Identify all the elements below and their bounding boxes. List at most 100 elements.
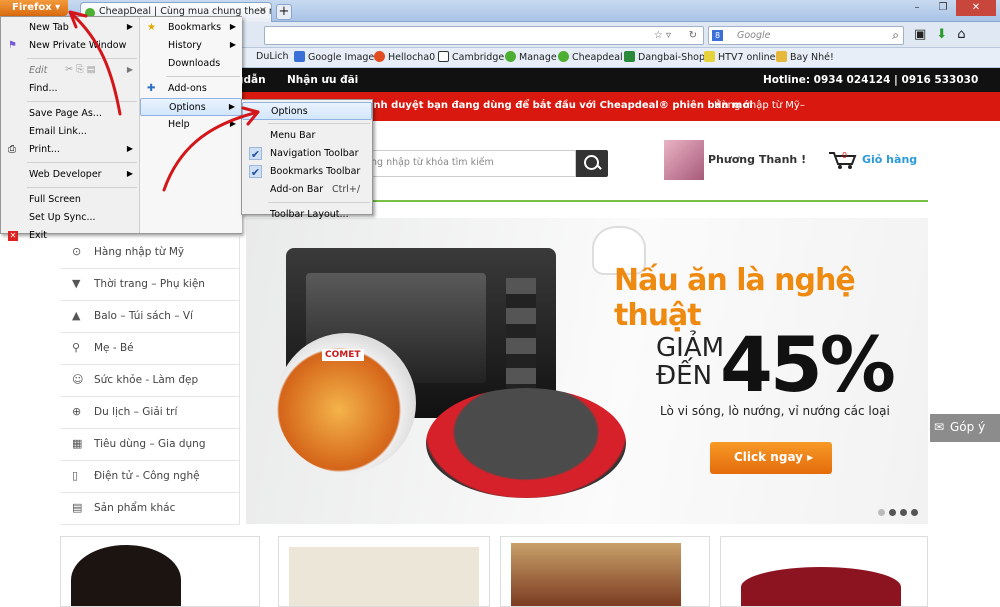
submenu-item-bookmarks-toolbar[interactable]: ✔ Bookmarks Toolbar [242, 163, 372, 181]
menu-item-find[interactable]: Find... [1, 80, 139, 98]
maximize-button[interactable]: ❐ [930, 0, 956, 16]
menu-item-edit[interactable]: Edit ✂ ⎘ ▤ ▶ [1, 62, 139, 80]
carousel-dot[interactable] [911, 509, 918, 516]
wheel-icon: ⊕ [72, 405, 82, 418]
carousel-dot[interactable] [900, 509, 907, 516]
download-icon[interactable]: ⬇ [936, 27, 947, 42]
reload-icon[interactable]: ↻ [689, 30, 697, 41]
search-icon[interactable]: ⌕ [892, 28, 899, 43]
google-icon[interactable]: 8 [712, 30, 723, 41]
carousel-dot[interactable] [878, 509, 885, 516]
bookmark-item[interactable]: Dangbai-Shop [624, 51, 705, 63]
browser-window: Firefox ▾ CheapDeal | Cùng mua chung the… [0, 0, 1000, 607]
minimize-button[interactable]: – [904, 0, 930, 16]
submenu-item-options[interactable]: Options [242, 102, 372, 120]
cart-icon[interactable]: 0 [828, 150, 858, 170]
bookmark-item[interactable]: Cheapdeal [558, 51, 623, 63]
menu-item-downloads[interactable]: Downloads [140, 55, 242, 73]
menu-item-history[interactable]: History ▶ [140, 37, 242, 55]
menu-item-options[interactable]: Options ▶ [140, 98, 242, 116]
feedback-button[interactable]: Góp ý [930, 414, 1000, 442]
exit-icon: ✕ [8, 231, 18, 241]
window-icon[interactable]: ▣ [914, 27, 926, 42]
product-image [289, 547, 479, 606]
shirt-icon: ▼ [72, 277, 81, 290]
menu-separator [268, 202, 370, 203]
menu-item-save-page[interactable]: Save Page As... [1, 105, 139, 123]
menu-item-add-ons[interactable]: ✚ Add-ons [140, 80, 242, 98]
puzzle-icon: ✚ [147, 83, 156, 94]
options-submenu: Options Menu Bar ✔ Navigation Toolbar ✔ Bo… [241, 99, 373, 220]
menu-item-full-screen[interactable]: Full Screen [1, 191, 139, 209]
promo-banner[interactable]: COMET Nấu ăn là nghệ thuật GIẢM ĐẾN 45% L… [246, 218, 928, 524]
category-item[interactable]: ▲ Balo – Túi sách – Ví [60, 301, 239, 333]
product-card[interactable] [500, 536, 710, 607]
new-tab-button[interactable]: + [276, 4, 292, 20]
site-search-button[interactable] [576, 150, 608, 177]
submenu-arrow-icon: ▶ [229, 22, 236, 31]
product-image [741, 567, 901, 606]
bookmark-item[interactable]: HTV7 online [704, 51, 776, 63]
menu-label: Add-ons [168, 83, 207, 94]
category-item[interactable]: ▦ Tiêu dùng – Gia dụng [60, 429, 239, 461]
avatar[interactable] [664, 140, 704, 180]
category-item[interactable]: ▼ Thời trang – Phụ kiện [60, 269, 239, 301]
tab-close-icon[interactable]: × [259, 5, 267, 16]
menu-item-email-link[interactable]: Email Link... [1, 123, 139, 141]
cart-label[interactable]: Giỏ hàng [862, 153, 917, 166]
category-item[interactable]: ▯ Điện tử - Công nghệ [60, 461, 239, 493]
site-search-input[interactable]: ng nhập từ khóa tìm kiếm [370, 150, 576, 177]
brand-label: COMET [322, 349, 364, 361]
menu-item-new-private-window[interactable]: ⚑ New Private Window [1, 37, 139, 55]
home-icon[interactable]: ⌂ [957, 27, 965, 42]
star-icon: ★ [147, 22, 156, 33]
bookmark-item[interactable]: Hellocha0 [374, 51, 435, 63]
close-button[interactable]: ✕ [956, 0, 996, 16]
menu-item-help[interactable]: Help ▶ [140, 116, 242, 134]
menu-separator [27, 162, 137, 163]
discount-prefix-line1: GIẢM [656, 333, 725, 363]
bookmark-item[interactable]: DuLich [256, 51, 289, 62]
search-box[interactable]: 8 Google ⌕ [708, 26, 904, 45]
carousel-dot[interactable] [889, 509, 896, 516]
menu-item-sync[interactable]: Set Up Sync... [1, 209, 139, 227]
click-now-button[interactable]: Click ngay ▸ [710, 442, 832, 474]
submenu-item-menu-bar[interactable]: Menu Bar [242, 127, 372, 145]
category-item[interactable]: ☺ Sức khỏe - Làm đẹp [60, 365, 239, 397]
bookmark-item[interactable]: Bay Nhé! [776, 51, 834, 63]
product-card[interactable] [60, 536, 260, 607]
submenu-arrow-icon: ▶ [126, 65, 133, 74]
user-name[interactable]: Phương Thanh ! [708, 153, 806, 166]
menu-item-exit[interactable]: ✕ Exit [1, 227, 139, 245]
bookmark-star-icon[interactable]: ☆ ▿ [654, 30, 671, 41]
menu-item-print[interactable]: ⎙ Print... ▶ [1, 141, 139, 159]
menu-item-bookmarks[interactable]: ★ Bookmarks ▶ [140, 19, 242, 37]
url-bar[interactable]: ☆ ▿ ↻ [264, 26, 704, 45]
halogen-cooker-image: COMET [276, 333, 416, 473]
menu-label: Bookmarks [168, 22, 222, 33]
menu-item-new-tab[interactable]: New Tab ▶ [1, 19, 139, 37]
product-image [71, 545, 181, 606]
site-search-placeholder: ng nhập từ khóa tìm kiếm [371, 157, 494, 168]
cart-count: 0 [842, 151, 847, 160]
menu-label: Downloads [168, 58, 221, 69]
category-item[interactable]: ▤ Sản phẩm khác [60, 493, 239, 525]
menu-item-web-developer[interactable]: Web Developer ▶ [1, 166, 139, 184]
submenu-item-add-on-bar[interactable]: Add-on Bar Ctrl+/ [242, 181, 372, 199]
compass-icon: ⊙ [72, 245, 82, 258]
bookmark-item[interactable]: Google Images [294, 51, 379, 63]
product-card[interactable] [720, 536, 928, 607]
category-label: Mẹ - Bé [94, 342, 134, 354]
nav-item-offers[interactable]: Nhận ưu đãi [287, 74, 358, 86]
bookmark-label: HTV7 online [718, 52, 776, 63]
product-card[interactable] [278, 536, 490, 607]
category-item[interactable]: ⚲ Mẹ - Bé [60, 333, 239, 365]
firefox-menu-button[interactable]: Firefox ▾ [0, 0, 68, 16]
menu-label: Toolbar Layout... [270, 209, 349, 220]
bookmark-item[interactable]: Manage [505, 51, 557, 63]
notice-tail[interactable]: Hàng nhập từ Mỹ– [714, 100, 805, 111]
bookmark-item[interactable]: Cambridge [438, 51, 504, 63]
category-item[interactable]: ⊕ Du lịch – Giải trí [60, 397, 239, 429]
submenu-item-toolbar-layout[interactable]: Toolbar Layout... [242, 206, 372, 224]
submenu-item-navigation-toolbar[interactable]: ✔ Navigation Toolbar [242, 145, 372, 163]
